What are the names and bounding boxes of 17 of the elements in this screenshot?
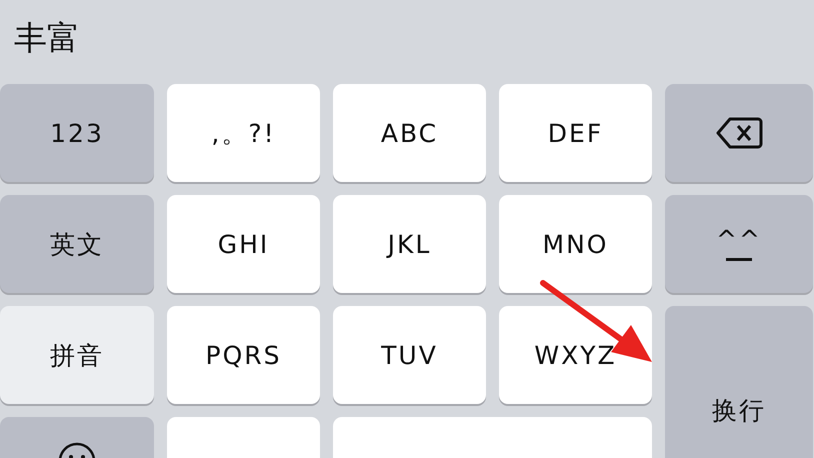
letter-key[interactable]: ABC	[333, 84, 486, 182]
letter-key[interactable]: JKL	[333, 195, 486, 293]
letter-key[interactable]: TUV	[333, 306, 486, 404]
return-key[interactable]: 换行	[665, 306, 813, 458]
candidate-word[interactable]: 丰富	[14, 16, 80, 60]
backspace-icon	[714, 115, 764, 151]
mode-key[interactable]: 英文	[0, 195, 154, 293]
letter-key[interactable]: PQRS	[167, 306, 320, 404]
mode-key[interactable]: 拼音	[0, 306, 154, 404]
delete-key[interactable]	[665, 84, 813, 182]
letter-key[interactable]: MNO	[499, 195, 652, 293]
letter-key[interactable]: ,。?!	[167, 84, 320, 182]
mode-key[interactable]: 123	[0, 84, 154, 182]
letter-key[interactable]: DEF	[499, 84, 652, 182]
letter-key[interactable]: GHI	[167, 195, 320, 293]
kaomoji-key[interactable]: ^^	[665, 195, 813, 293]
letter-key[interactable]: WXYZ	[499, 306, 652, 404]
